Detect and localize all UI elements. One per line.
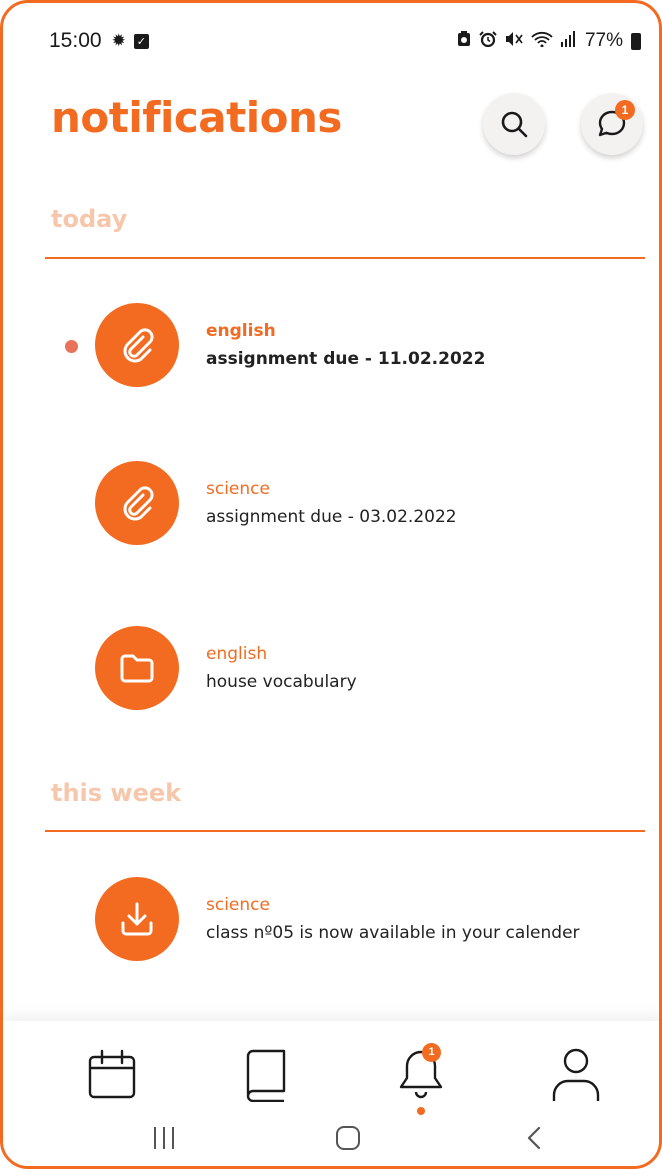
notification-item[interactable]: science class nº05 is now available in y… — [3, 877, 659, 967]
alarm-icon — [479, 31, 497, 51]
notification-icon-circle — [95, 461, 179, 545]
bell-badge: 1 — [422, 1043, 441, 1062]
profile-icon — [552, 1048, 600, 1101]
recent-apps-icon — [154, 1127, 174, 1149]
download-icon — [121, 902, 153, 936]
search-icon — [501, 111, 528, 138]
paperclip-icon — [123, 486, 154, 521]
battery-icon — [631, 32, 641, 50]
notification-text: assignment due - 03.02.2022 — [206, 507, 457, 527]
paperclip-icon — [123, 328, 154, 363]
search-button[interactable] — [483, 93, 545, 155]
page-title: notifications — [51, 93, 342, 142]
back-button[interactable] — [519, 1123, 549, 1153]
notification-subject: science — [206, 895, 270, 915]
notification-item[interactable]: english assignment due - 11.02.2022 — [3, 303, 659, 393]
section-label-today: today — [51, 205, 128, 233]
settings-gear-icon: ✹ — [111, 31, 126, 51]
home-icon — [336, 1126, 360, 1150]
nav-book[interactable] — [238, 1047, 294, 1103]
status-bar: 15:00 ✹ ✓ 77% — [49, 25, 641, 57]
battery-percent: 77% — [584, 30, 623, 51]
phone-frame: 15:00 ✹ ✓ 77% notifications 1 today engl… — [0, 0, 662, 1169]
notification-text: house vocabulary — [206, 672, 357, 692]
chat-button[interactable]: 1 — [581, 93, 643, 155]
section-divider — [45, 257, 645, 259]
notification-subject: science — [206, 479, 270, 499]
nav-calendar[interactable] — [84, 1047, 140, 1103]
mute-icon — [505, 31, 523, 51]
section-divider — [45, 830, 645, 832]
calendar-icon — [88, 1049, 136, 1099]
notification-item[interactable]: science assignment due - 03.02.2022 — [3, 461, 659, 551]
wifi-icon — [531, 31, 553, 51]
signal-icon — [560, 31, 577, 51]
battery-saver-icon — [457, 31, 471, 51]
notification-subject: english — [206, 644, 268, 664]
folder-icon — [120, 654, 154, 683]
home-button[interactable] — [333, 1123, 363, 1153]
notification-icon-circle — [95, 303, 179, 387]
nav-profile[interactable] — [548, 1047, 604, 1103]
section-label-this-week: this week — [51, 779, 182, 807]
notification-subject: english — [206, 321, 276, 341]
system-navigation-bar — [3, 1113, 659, 1166]
notification-text: class nº05 is now available in your cale… — [206, 923, 580, 943]
back-icon — [527, 1126, 541, 1150]
recent-apps-button[interactable] — [149, 1123, 179, 1153]
checkbox-icon: ✓ — [133, 33, 149, 49]
notification-icon-circle — [95, 877, 179, 961]
status-right: 77% — [457, 30, 641, 52]
nav-notifications[interactable]: 1 — [393, 1043, 449, 1103]
notification-icon-circle — [95, 626, 179, 710]
notification-item[interactable]: english house vocabulary — [3, 626, 659, 716]
status-time: 15:00 — [49, 29, 102, 52]
notification-text: assignment due - 11.02.2022 — [206, 349, 486, 369]
book-icon — [246, 1049, 286, 1102]
chat-badge: 1 — [615, 100, 635, 120]
unread-dot — [65, 340, 78, 353]
